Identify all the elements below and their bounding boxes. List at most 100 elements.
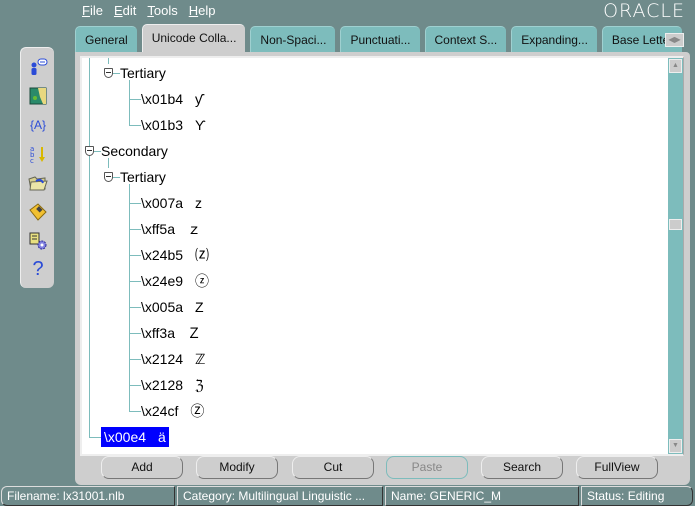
- menu-mnemonic: H: [188, 3, 199, 18]
- status-filename: Filename: lx31001.nlb: [1, 486, 175, 506]
- code-point: \xff3a: [141, 325, 175, 341]
- tree-node-tertiary[interactable]: Tertiary: [120, 63, 166, 83]
- char-glyph: ℤ: [195, 351, 206, 367]
- tree-node-code[interactable]: \x24cf Ⓩ: [141, 401, 204, 421]
- tree-node-code[interactable]: \x01b4 ƴ: [141, 89, 202, 109]
- code-point: \x00e4: [104, 429, 147, 445]
- tab-non-spacing[interactable]: Non-Spaci...: [250, 26, 336, 52]
- svg-text:c: c: [30, 157, 34, 164]
- menu-file[interactable]: File: [82, 3, 103, 19]
- tree-line: [129, 125, 141, 126]
- tree-node-secondary[interactable]: Secondary: [101, 141, 168, 161]
- scroll-down-button[interactable]: ▼: [669, 439, 682, 453]
- tree-node-code[interactable]: \x2124 ℤ: [141, 349, 205, 369]
- code-point: \x007a: [141, 195, 184, 211]
- collapse-toggle-icon[interactable]: [104, 172, 113, 182]
- tab-expanding[interactable]: Expanding...: [511, 26, 597, 52]
- tree-node-code[interactable]: \x007a z: [141, 193, 202, 213]
- status-name: Name: GENERIC_M: [385, 486, 579, 506]
- code-point: \x24b5: [141, 247, 184, 263]
- code-point: \x2124: [141, 351, 184, 367]
- braces-a-icon[interactable]: {A}: [27, 114, 49, 136]
- tree-node-code[interactable]: \xff5a ｚ: [141, 219, 201, 239]
- code-point: \x2128: [141, 377, 184, 393]
- map-icon[interactable]: [27, 85, 49, 107]
- status-category: Category: Multilingual Linguistic ...: [177, 486, 383, 506]
- char-glyph: z: [195, 195, 203, 211]
- left-toolbar: {A} abc ?: [20, 47, 54, 288]
- cut-button[interactable]: Cut: [292, 456, 374, 479]
- help-glyph: ?: [32, 257, 44, 280]
- tree-line: [129, 411, 141, 412]
- tree-line: [129, 99, 141, 100]
- menu-bar: File Edit Tools Help: [82, 3, 226, 19]
- tree-node-code[interactable]: \xff3a Ｚ: [141, 323, 201, 343]
- collation-tree[interactable]: Tertiary \x01b4 ƴ \x01b3 Ƴ Secondary Terti…: [82, 58, 666, 454]
- open-folder-icon[interactable]: [27, 172, 49, 194]
- menu-label: ile: [89, 3, 103, 18]
- tab-scroll-arrows[interactable]: ◀▶: [665, 33, 684, 47]
- char-glyph: Ƴ: [195, 117, 206, 133]
- menu-mnemonic: F: [82, 3, 90, 18]
- tree-node-code[interactable]: \x01b3 Ƴ: [141, 115, 206, 135]
- tree-line: [129, 229, 141, 230]
- char-glyph: ⒵: [195, 247, 210, 263]
- script-gear-icon[interactable]: [27, 230, 49, 252]
- code-point: \x01b4: [141, 91, 184, 107]
- braces-glyph: {A}: [29, 118, 47, 132]
- sort-abc-icon[interactable]: abc: [27, 143, 49, 165]
- code-point: \x24e9: [141, 273, 184, 289]
- tree-line: [129, 385, 141, 386]
- save-disk-icon[interactable]: [27, 201, 49, 223]
- tree-line: [129, 184, 130, 411]
- tree-line: [129, 333, 141, 334]
- tree-line: [108, 58, 109, 64]
- tab-bar: General Unicode Colla... Non-Spaci... Pu…: [75, 24, 687, 52]
- tree-line: [129, 203, 141, 204]
- paste-button[interactable]: Paste: [386, 456, 468, 479]
- tree-line: [89, 58, 90, 438]
- collapse-toggle-icon[interactable]: [104, 68, 113, 78]
- tree-line: [129, 359, 141, 360]
- help-icon[interactable]: ?: [27, 258, 49, 280]
- oracle-logo: ORACLE: [603, 0, 685, 22]
- menu-tools[interactable]: Tools: [147, 3, 177, 19]
- char-glyph: Ｚ: [187, 325, 201, 341]
- code-point: \x24cf: [141, 403, 179, 419]
- code-point: \x005a: [141, 299, 184, 315]
- code-point: \xff5a: [141, 221, 175, 237]
- tree-node-code[interactable]: \x005a Z: [141, 297, 204, 317]
- search-button[interactable]: Search: [481, 456, 563, 479]
- char-glyph: Ⓩ: [190, 403, 205, 419]
- tab-unicode-collation[interactable]: Unicode Colla...: [141, 24, 246, 52]
- char-glyph: ℨ: [195, 377, 204, 393]
- fullview-button[interactable]: FullView: [576, 456, 658, 479]
- status-state: Status: Editing: [581, 486, 693, 506]
- tree-line: [89, 437, 101, 438]
- tree-line: [129, 281, 141, 282]
- char-glyph: ƴ: [195, 91, 203, 107]
- tab-punctuation[interactable]: Punctuati...: [340, 26, 420, 52]
- vertical-scrollbar[interactable]: ▲ ▼: [668, 58, 683, 454]
- tree-node-code[interactable]: \x24e9 ⓩ: [141, 271, 209, 291]
- tree-node-code[interactable]: \x2128 ℨ: [141, 375, 204, 395]
- modify-button[interactable]: Modify: [196, 456, 278, 479]
- char-glyph: ä: [158, 429, 166, 445]
- tree-node-code-selected[interactable]: \x00e4 ä: [101, 427, 169, 447]
- menu-edit[interactable]: Edit: [114, 3, 136, 19]
- collapse-toggle-icon[interactable]: [85, 146, 94, 156]
- user-chat-icon[interactable]: [27, 56, 49, 78]
- tree-node-tertiary[interactable]: Tertiary: [120, 167, 166, 187]
- tree-node-code[interactable]: \x24b5 ⒵: [141, 245, 209, 265]
- scroll-up-button[interactable]: ▲: [669, 59, 682, 73]
- code-point: \x01b3: [141, 117, 184, 133]
- add-button[interactable]: Add: [101, 456, 183, 479]
- status-bar: Filename: lx31001.nlb Category: Multilin…: [0, 486, 695, 506]
- tab-general[interactable]: General: [75, 26, 137, 52]
- char-glyph: ⓩ: [195, 273, 210, 289]
- char-glyph: ｚ: [187, 221, 201, 237]
- scroll-thumb[interactable]: [669, 219, 682, 230]
- tree-line: [129, 307, 141, 308]
- menu-help[interactable]: Help: [189, 3, 216, 19]
- tab-context-sensitive[interactable]: Context S...: [424, 26, 507, 52]
